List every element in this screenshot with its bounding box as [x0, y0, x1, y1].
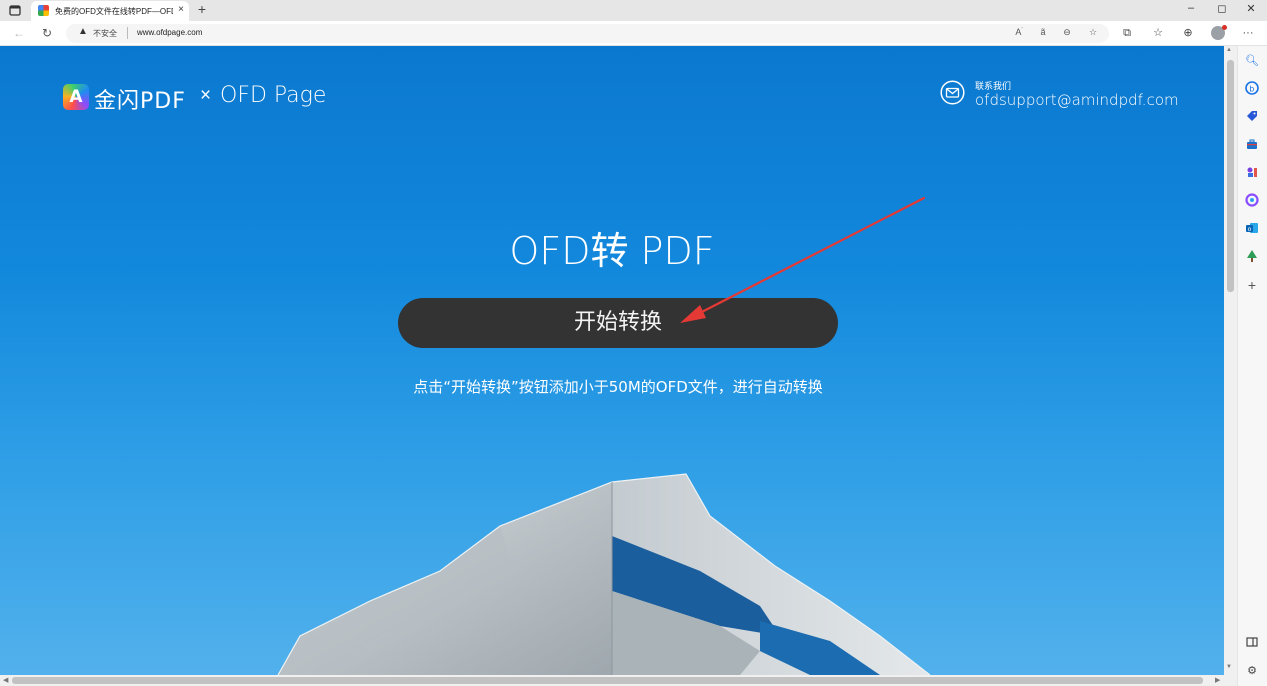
- games-icon[interactable]: [1244, 165, 1260, 181]
- site-favicon-icon: [38, 5, 49, 16]
- new-tab-button[interactable]: +: [194, 1, 210, 17]
- brand-partner: OFD Page: [220, 83, 327, 108]
- scroll-right-icon[interactable]: ▶: [1215, 676, 1220, 684]
- brand-logo-icon: A: [63, 84, 89, 110]
- horizontal-scrollbar[interactable]: ◀ ▶: [0, 675, 1237, 686]
- favorite-add-icon[interactable]: ☆: [1086, 27, 1100, 38]
- page-viewport: A 金闪PDF × OFD Page 联系我们 ofdsupport@amind…: [0, 46, 1224, 675]
- shopping-tag-icon[interactable]: [1244, 109, 1260, 125]
- scroll-left-icon[interactable]: ◀: [3, 676, 8, 684]
- omnibox-divider: [127, 27, 128, 39]
- brand-name: 金闪PDF: [94, 89, 186, 114]
- brand-separator: ×: [200, 85, 212, 106]
- office-icon[interactable]: [1244, 193, 1260, 209]
- tab-bar: 免费的OFD文件在线转PDF—OFD × + – ◻ ✕: [0, 0, 1267, 21]
- back-icon[interactable]: ←: [11, 25, 27, 41]
- vertical-scrollbar[interactable]: ▲ ▼: [1224, 46, 1237, 675]
- vertical-scroll-thumb[interactable]: [1227, 60, 1234, 292]
- scroll-down-icon[interactable]: ▼: [1226, 664, 1232, 670]
- collections-icon[interactable]: ⊕: [1180, 25, 1196, 41]
- more-icon[interactable]: ···: [1240, 25, 1256, 41]
- zoom-icon[interactable]: ⊖: [1060, 27, 1074, 38]
- svg-text:o: o: [1248, 226, 1252, 233]
- upload-hint: 点击“开始转换”按钮添加小于50M的OFD文件，进行自动转换: [413, 378, 823, 396]
- page-title: OFD转 PDF: [509, 229, 715, 273]
- refresh-icon[interactable]: ↻: [39, 25, 55, 41]
- split-screen-icon[interactable]: [1244, 635, 1260, 651]
- toolbox-icon[interactable]: [1244, 137, 1260, 153]
- close-window-button[interactable]: ✕: [1243, 2, 1259, 15]
- tab-title: 免费的OFD文件在线转PDF—OFD: [55, 7, 173, 16]
- building-photo: [277, 473, 931, 675]
- tab-close-icon[interactable]: ×: [175, 4, 187, 15]
- outlook-icon[interactable]: o: [1244, 221, 1260, 237]
- extensions-icon[interactable]: ⧉: [1119, 25, 1135, 41]
- start-convert-button[interactable]: 开始转换: [398, 298, 838, 348]
- security-label[interactable]: 不安全: [93, 28, 117, 39]
- mail-icon: [940, 80, 965, 105]
- restore-button[interactable]: ◻: [1214, 2, 1230, 15]
- scroll-up-icon[interactable]: ▲: [1226, 47, 1232, 53]
- minimize-button[interactable]: –: [1183, 2, 1199, 14]
- contact-info[interactable]: 联系我们 ofdsupport@amindpdf.com: [940, 79, 1200, 113]
- address-bar[interactable]: ▲ 不安全 www.ofdpage.com Aʼ ã ⊖ ☆: [66, 24, 1109, 43]
- add-icon[interactable]: +: [1244, 277, 1260, 293]
- settings-icon[interactable]: ⚙: [1244, 663, 1260, 679]
- translate-icon[interactable]: ã: [1036, 27, 1050, 37]
- annotation-arrow: [680, 196, 926, 323]
- horizontal-scroll-thumb[interactable]: [12, 677, 1203, 684]
- url-text[interactable]: www.ofdpage.com: [137, 28, 202, 37]
- browser-toolbar: ← ↻ ▲ 不安全 www.ofdpage.com Aʼ ã ⊖ ☆ ⧉ ☆ ⊕…: [0, 21, 1267, 46]
- edge-sidebar: 🔍︎ b o + ⚙: [1237, 46, 1267, 686]
- contact-email[interactable]: ofdsupport@amindpdf.com: [975, 91, 1179, 109]
- tree-icon[interactable]: [1244, 249, 1260, 265]
- read-aloud-icon[interactable]: Aʼ: [1012, 27, 1026, 37]
- search-icon[interactable]: 🔍︎: [1244, 53, 1260, 69]
- favorites-icon[interactable]: ☆: [1150, 25, 1166, 41]
- browser-tab[interactable]: 免费的OFD文件在线转PDF—OFD ×: [31, 1, 189, 21]
- tab-actions-icon[interactable]: [6, 3, 24, 18]
- bing-chat-icon[interactable]: b: [1244, 81, 1260, 97]
- notification-dot: [1222, 25, 1227, 30]
- warning-icon[interactable]: ▲: [78, 26, 88, 37]
- svg-text:b: b: [1249, 84, 1254, 93]
